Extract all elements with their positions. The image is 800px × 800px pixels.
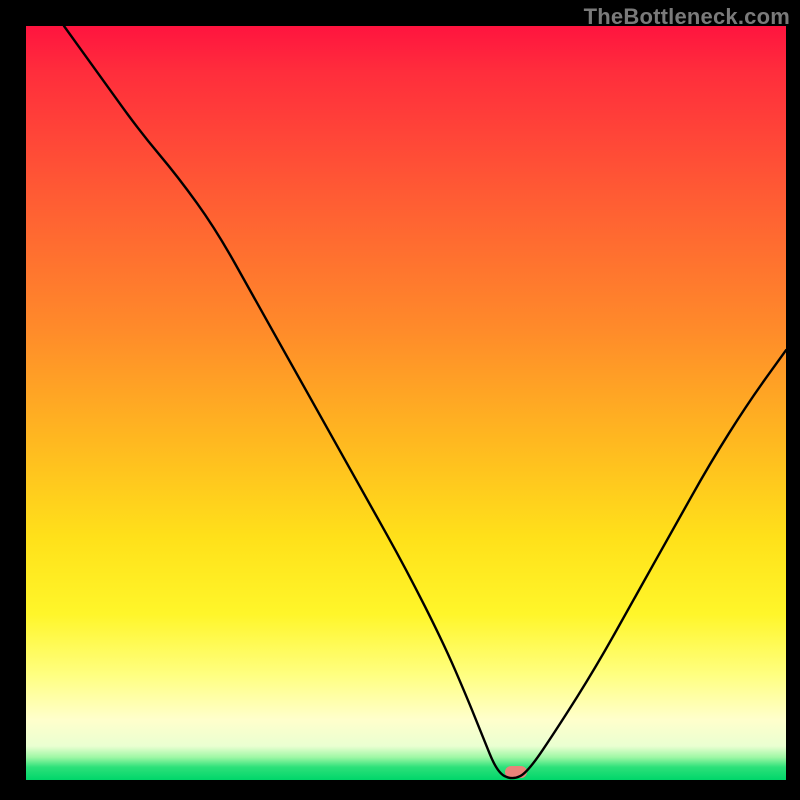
curve-path <box>64 26 786 778</box>
watermark-text: TheBottleneck.com <box>584 4 790 30</box>
bottleneck-curve <box>26 26 786 780</box>
chart-frame: TheBottleneck.com <box>0 0 800 800</box>
plot-area <box>26 26 786 780</box>
